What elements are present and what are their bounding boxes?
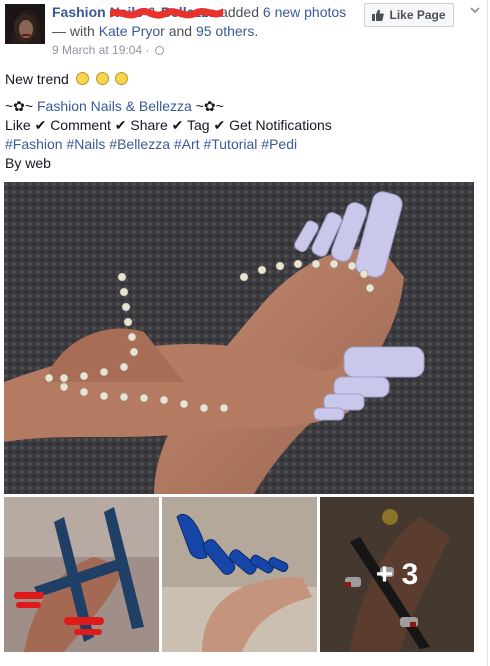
post-line-3: Like ✔ Comment ✔ Share ✔ Tag ✔ Get Notif… [5, 117, 332, 133]
with-text: — with [52, 23, 99, 39]
photo-thumbnail[interactable]: + 3 [320, 497, 474, 652]
post-line-2: ~✿~ Fashion Nails & Bellezza ~✿~ [5, 97, 475, 116]
post-line-1-text: New trend [5, 71, 69, 87]
main-photo[interactable] [4, 182, 474, 494]
post-card: Fashion Nails & Bellezza added 6 new pho… [0, 0, 488, 666]
flower-prefix: ~✿~ [5, 98, 37, 114]
page-mention-link[interactable]: Fashion Nails & Bellezza [37, 98, 192, 114]
post-headline: Fashion Nails & Bellezza added 6 new pho… [52, 3, 352, 41]
post-options-button[interactable] [468, 3, 482, 17]
hashtag-line: #Fashion #Nails #Bellezza #Art #Tutorial… [5, 135, 475, 154]
tagged-person-link[interactable]: Kate Pryor [99, 23, 165, 39]
and-text: and [168, 23, 196, 39]
like-page-button[interactable]: Like Page [364, 3, 454, 27]
hashtag-link[interactable]: #Bellezza [109, 136, 170, 152]
emoji-icon [95, 72, 109, 85]
meta-separator: · [142, 43, 153, 57]
others-link[interactable]: 95 others [196, 23, 254, 39]
post-meta: 9 March at 19:04 · [52, 43, 164, 57]
hashtag-link[interactable]: #Fashion [5, 136, 63, 152]
globe-icon [154, 46, 164, 55]
hashtag-link[interactable]: #Pedi [261, 136, 297, 152]
page-avatar[interactable] [5, 4, 45, 44]
flower-suffix: ~✿~ [191, 98, 224, 114]
photo-thumbnail[interactable] [162, 497, 317, 652]
photo-thumbnail[interactable] [4, 497, 159, 652]
hashtag-link[interactable]: #Tutorial [203, 136, 257, 152]
period-text: . [254, 23, 259, 39]
photo-count-link[interactable]: 6 new photos [263, 4, 346, 20]
emoji-icon [75, 72, 89, 85]
post-line-1: New trend [5, 70, 475, 89]
page-name-link[interactable]: Fashion [52, 4, 106, 20]
hashtag-link[interactable]: #Art [174, 136, 200, 152]
hashtag-link[interactable]: #Nails [66, 136, 105, 152]
post-line-5: By web [5, 155, 51, 171]
action-text: added [220, 4, 263, 20]
like-page-label: Like Page [389, 8, 446, 22]
chevron-down-icon [470, 6, 480, 14]
more-photos-count: + 3 [375, 557, 419, 591]
post-text: New trend ~✿~ Fashion Nails & Bellezza ~… [5, 70, 475, 173]
timestamp-link[interactable]: 9 March at 19:04 [52, 43, 142, 57]
thumbs-up-icon [372, 9, 385, 21]
emoji-icon [115, 72, 129, 85]
more-photos-overlay[interactable]: + 3 [320, 497, 474, 652]
redaction-scribble [110, 8, 223, 19]
